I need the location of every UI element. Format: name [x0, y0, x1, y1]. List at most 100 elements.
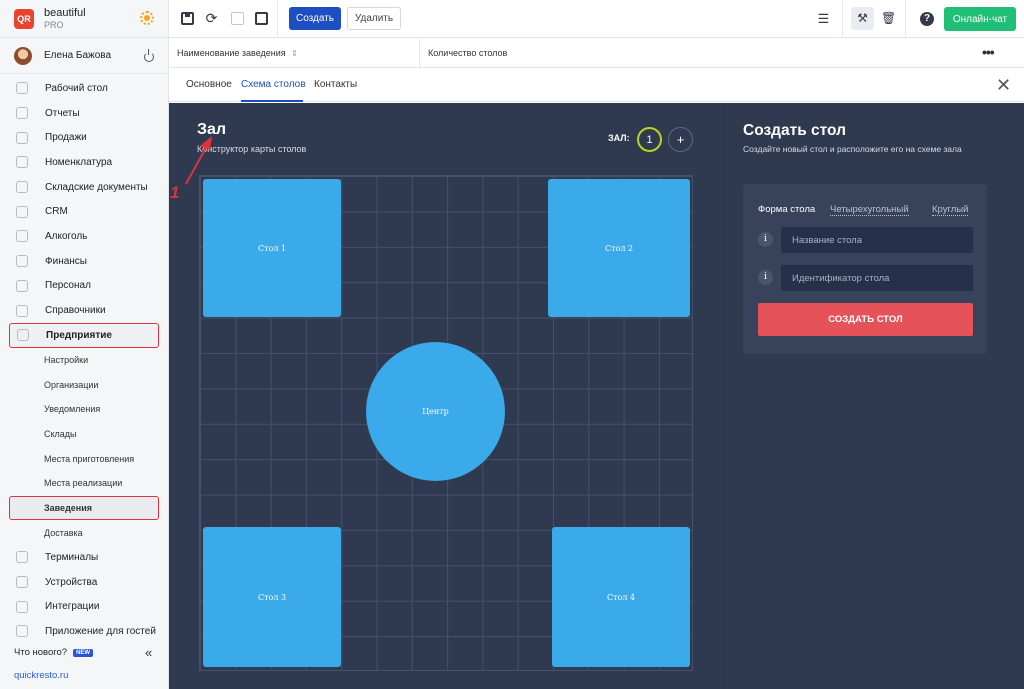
collapse-sidebar-icon[interactable]: « [145, 645, 152, 660]
delete-button[interactable]: Удалить [347, 7, 401, 30]
close-icon[interactable]: ✕ [996, 76, 1011, 94]
sidebar-item-crm[interactable]: CRM [0, 199, 168, 224]
power-icon[interactable] [144, 49, 154, 62]
phone-icon [16, 625, 28, 638]
table-item-round[interactable]: Центр [366, 342, 505, 481]
sidebar-menu: Рабочий стол Отчеты Продажи Номенклатура… [0, 76, 168, 644]
brand-plan: PRO [44, 19, 64, 30]
sidebar-item-label: Номенклатура [45, 156, 113, 168]
sliders-icon[interactable]: ☰ [817, 12, 830, 25]
sidebar-subitem-cooking-places[interactable]: Места приготовления [0, 446, 168, 471]
create-table-panel: Создать стол Создайте новый стол и распо… [724, 103, 1024, 689]
toolbar-divider [905, 0, 906, 38]
sidebar-item-directories[interactable]: Справочники [0, 298, 168, 323]
tools-icon[interactable]: ⚒ [856, 12, 869, 25]
sidebar-item-label: Персонал [45, 280, 91, 292]
sidebar-item-alcohol[interactable]: Алкоголь [0, 224, 168, 249]
inbox-icon[interactable] [255, 12, 268, 25]
hall-number-button[interactable]: 1 [637, 127, 662, 152]
info-icon[interactable]: i [758, 270, 773, 285]
info-icon[interactable]: i [758, 232, 773, 247]
sidebar-item-label: Продажи [45, 132, 87, 144]
sidebar-item-reports[interactable]: Отчеты [0, 101, 168, 126]
table-item[interactable]: Стол 4 [552, 527, 690, 667]
new-badge: NEW [73, 648, 94, 657]
toolbar: ⟳ Создать Удалить ☰ ⚒ 🗑 ? Онлайн-чат [169, 0, 1024, 38]
create-table-button[interactable]: СОЗДАТЬ СТОЛ [758, 303, 973, 336]
tab-general[interactable]: Основное [186, 79, 232, 90]
table-item[interactable]: Стол 1 [203, 179, 341, 317]
sidebar-item-label: Финансы [45, 255, 87, 267]
trash-icon[interactable]: 🗑 [881, 12, 896, 25]
copy-icon[interactable] [231, 12, 244, 25]
sidebar-subitem-sale-places[interactable]: Места реализации [0, 471, 168, 496]
sidebar-item-label: Терминалы [45, 551, 99, 563]
sidebar-item-enterprise[interactable]: Предприятие [9, 322, 159, 348]
sidebar-subitem-venues[interactable]: Заведения [9, 495, 159, 521]
column-header-venue-name[interactable]: Наименование заведения ⇕ [177, 48, 298, 58]
sidebar-item-label: Интеграции [45, 601, 100, 613]
sidebar-subitem-organizations[interactable]: Организации [0, 372, 168, 397]
link-icon [16, 600, 28, 613]
sidebar-item-terminals[interactable]: Терминалы [0, 545, 168, 570]
building-icon [17, 329, 29, 342]
add-hall-button[interactable]: + [668, 127, 693, 152]
wallet-icon [16, 255, 28, 268]
user-name: Елена Бажова [44, 50, 112, 61]
table-shape-label: Форма стола [758, 204, 816, 215]
brand-name: beautiful [44, 6, 86, 19]
whats-new-link[interactable]: Что нового? NEW [14, 647, 94, 658]
printer-icon [16, 576, 28, 589]
active-tab-indicator [241, 100, 303, 102]
tab-contacts[interactable]: Контакты [314, 79, 357, 90]
column-header-table-count[interactable]: Количество столов [428, 48, 507, 58]
sidebar-item-sales[interactable]: Продажи [0, 125, 168, 150]
sidebar-item-label: Алкоголь [45, 230, 88, 242]
sidebar-item-staff[interactable]: Персонал [0, 274, 168, 299]
create-button[interactable]: Создать [289, 7, 341, 30]
sidebar-item-dashboard[interactable]: Рабочий стол [0, 76, 168, 101]
sidebar-item-label: Складские документы [45, 181, 148, 193]
sidebar-subitem-notifications[interactable]: Уведомления [0, 397, 168, 422]
person-icon [16, 279, 28, 292]
shape-option-round[interactable]: Круглый [932, 204, 969, 216]
sidebar-item-finance[interactable]: Финансы [0, 249, 168, 274]
sidebar-item-devices[interactable]: Устройства [0, 570, 168, 595]
table-grid-canvas[interactable]: Стол 1 Стол 2 Центр Стол 3 Стол 4 [199, 175, 693, 671]
sidebar: QR beautiful PRO Елена Бажова Рабочий ст… [0, 0, 169, 689]
table-name-input[interactable] [781, 227, 973, 253]
sidebar-item-label: Приложение для гостей [45, 625, 156, 637]
toolbar-divider [277, 0, 278, 38]
avatar [14, 46, 32, 65]
sidebar-item-nomenclature[interactable]: Номенклатура [0, 150, 168, 175]
sidebar-item-integrations[interactable]: Интеграции [0, 594, 168, 619]
column-header-label: Наименование заведения [177, 48, 286, 58]
site-link[interactable]: quickresto.ru [14, 670, 68, 681]
sidebar-item-warehouse-docs[interactable]: Складские документы [0, 175, 168, 200]
theme-toggle-sun-icon[interactable] [140, 11, 154, 25]
sidebar-subitem-warehouses[interactable]: Склады [0, 422, 168, 447]
annotation-number: 1 [170, 183, 180, 202]
online-chat-button[interactable]: Онлайн-чат [944, 7, 1016, 31]
tab-table-scheme[interactable]: Схема столов [241, 79, 306, 90]
table-item[interactable]: Стол 3 [203, 527, 341, 667]
user-profile[interactable]: Елена Бажова [0, 38, 168, 74]
more-options-icon[interactable]: ••• [982, 44, 995, 60]
dashboard-icon [16, 82, 28, 95]
glass-icon [16, 230, 28, 243]
table-item[interactable]: Стол 2 [548, 179, 690, 317]
sidebar-subitem-delivery[interactable]: Доставка [0, 520, 168, 545]
help-icon[interactable]: ? [920, 12, 934, 26]
book-icon [16, 304, 28, 317]
sort-icon[interactable]: ⇕ [291, 49, 298, 58]
refresh-icon[interactable]: ⟳ [205, 11, 218, 25]
panel-description: Создайте новый стол и расположите его на… [743, 144, 962, 154]
table-map-editor: Зал Конструктор карты столов ЗАЛ: 1 + Ст… [169, 103, 724, 689]
cart-icon [16, 131, 28, 144]
save-icon[interactable] [181, 12, 194, 25]
sidebar-subitem-settings[interactable]: Настройки [0, 348, 168, 373]
table-id-input[interactable] [781, 265, 973, 291]
shape-option-rectangular[interactable]: Четырехугольный [830, 204, 909, 216]
sidebar-item-guest-app[interactable]: Приложение для гостей [0, 619, 168, 644]
archive-icon [16, 181, 28, 194]
